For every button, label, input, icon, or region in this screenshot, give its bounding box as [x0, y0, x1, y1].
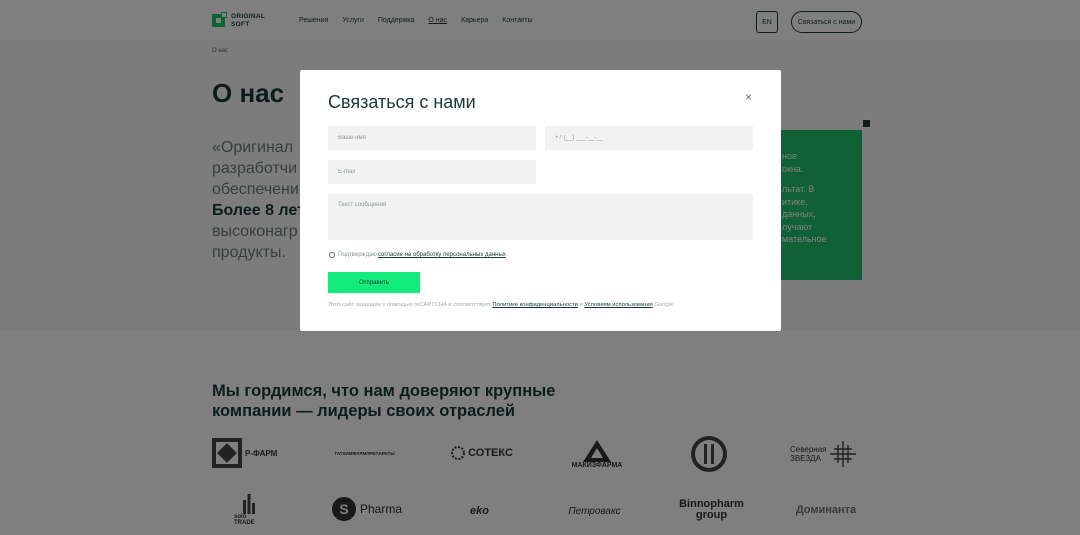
recaptcha-and: и: [579, 302, 583, 308]
submit-button[interactable]: Отправить: [328, 272, 420, 293]
consent-text: Подтверждаю: [338, 252, 377, 258]
message-textarea[interactable]: [328, 194, 753, 240]
recaptcha-text: Этот сайт защищен с помощью reCAPTCHA и …: [328, 302, 491, 308]
consent-link[interactable]: согласие на обработку персональных данны…: [378, 252, 506, 258]
privacy-link[interactable]: Политике конфиденциальности: [492, 302, 577, 308]
name-input[interactable]: [328, 126, 536, 150]
close-icon[interactable]: ×: [745, 90, 752, 104]
modal-title: Связаться с нами: [328, 92, 476, 112]
consent-row: Подтверждаю согласие на обработку персон…: [329, 252, 506, 258]
consent-checkbox[interactable]: [329, 252, 335, 258]
contact-modal: Связаться с нами × Подтверждаю согласие …: [300, 70, 781, 331]
recaptcha-notice: Этот сайт защищен с помощью reCAPTCHA и …: [328, 302, 673, 308]
terms-link[interactable]: Условиям использования: [584, 302, 652, 308]
email-input[interactable]: [328, 160, 536, 184]
recaptcha-google: Google: [654, 302, 674, 308]
phone-input[interactable]: [545, 126, 753, 150]
